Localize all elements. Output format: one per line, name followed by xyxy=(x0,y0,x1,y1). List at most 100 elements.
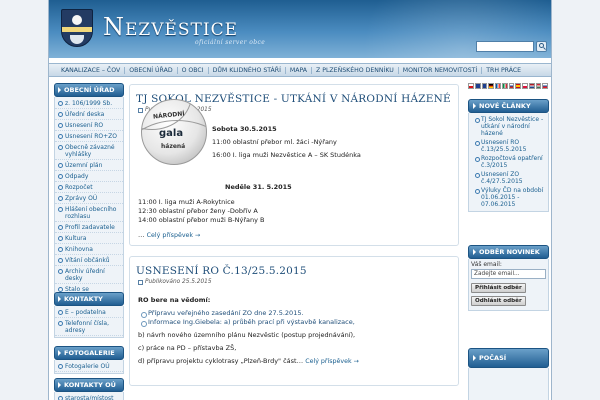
sidebar-heading: FOTOGALERIE xyxy=(54,346,124,360)
arrow-icon xyxy=(58,296,61,302)
sidebar-item[interactable]: Odpady xyxy=(55,171,123,182)
sidebar-item[interactable]: Profil zadavatele xyxy=(55,222,123,233)
sidebar-item[interactable]: E – podatelna xyxy=(55,307,123,318)
nav-item-o-obci[interactable]: O OBCI xyxy=(178,66,209,74)
nav-item-monitor-nemovitosti[interactable]: MONITOR NEMOVITOSTÍ xyxy=(399,66,483,74)
flag-fr-icon[interactable] xyxy=(495,83,501,89)
recent-article-link[interactable]: Rozpočtová opatření č.3/2015 xyxy=(471,154,546,170)
sidebar-kontakty-ou: KONTAKTY OÚ starosta/místost xyxy=(54,378,124,400)
sidebar-item[interactable]: Archiv úřední desky xyxy=(55,266,123,284)
day-heading: Sobota 30.5.2015 xyxy=(212,125,277,133)
nav-item-obecni-urad[interactable]: OBECNÍ ÚŘAD xyxy=(125,66,178,74)
sidebar-kontakty: KONTAKTY E – podatelna Telefonní čísla, a… xyxy=(54,292,124,338)
schedule-line: 14:00 oblastní přebor muži B-Nýřany B xyxy=(138,216,265,224)
post-content: Sobota 30.5.2015 11:00 oblastní přebor m… xyxy=(212,125,361,160)
flag-gb-icon[interactable] xyxy=(481,83,488,89)
main-nav: KANALIZACE – ČOV OBECNÍ ÚŘAD O OBCI DŮM … xyxy=(49,63,551,77)
weather-widget xyxy=(468,368,549,400)
post-article: TJ SOKOL NEZVĚSTICE - UTKÁNÍ V NÁRODNÍ H… xyxy=(129,84,459,246)
post-date: Publikováno 25.5.2015 xyxy=(138,279,458,285)
flag-gb-icon[interactable] xyxy=(474,83,481,89)
schedule-line: 11:00 I. liga muži A-Rokytnice xyxy=(138,198,235,206)
read-more-link[interactable]: Celý příspěvek → xyxy=(305,358,359,365)
sidebar-list: z. 106/1999 Sb. Úřední deska Usnesení RO Us… xyxy=(54,97,124,297)
sidebar-item[interactable]: Usnesení RO xyxy=(55,120,123,131)
flag-nl-icon[interactable] xyxy=(528,83,535,89)
post-lead: RO bere na vědomí: xyxy=(138,296,211,304)
nav-item-plzensky-dennik[interactable]: Z PLZEŇSKÉHO DENNÍKU xyxy=(312,66,399,74)
nav-item-dum-klidneho-stari[interactable]: DŮM KLIDNÉHO STÁŘÍ xyxy=(209,66,286,74)
email-field[interactable]: Zadejte email... xyxy=(471,269,546,279)
arrow-icon xyxy=(58,350,61,356)
search-icon[interactable] xyxy=(536,41,547,52)
subscribe-form: Váš email: Zadejte email... Přihlásit od… xyxy=(468,259,549,311)
sidebar-item[interactable]: Úřední deska xyxy=(55,109,123,120)
sidebar-item[interactable]: Obecně závazné vyhlášky xyxy=(55,142,123,160)
flag-sk-icon[interactable] xyxy=(542,83,548,89)
sidebar-item[interactable]: Územní plán xyxy=(55,160,123,171)
flag-cz-icon[interactable] xyxy=(468,83,474,89)
flag-it-icon[interactable] xyxy=(501,83,508,89)
post-title[interactable]: USNESENÍ RO Č.13/25.5.2015 xyxy=(136,265,458,277)
read-more-link[interactable]: Celý příspěvek → xyxy=(147,232,201,239)
sidebar-item[interactable]: Usnesení RO+ZO xyxy=(55,131,123,142)
sidebar-item[interactable]: Hlášení obecního rozhlasu xyxy=(55,204,123,222)
handball-ball-image: NÁRODNÍ gala házená xyxy=(141,99,207,165)
flag-hu-icon[interactable] xyxy=(535,83,542,89)
sidebar-item[interactable]: Rozpočet xyxy=(55,182,123,193)
schedule-line: 12:30 oblastní přebor ženy -Dobřív A xyxy=(138,207,258,215)
flag-es-icon[interactable] xyxy=(515,83,521,89)
recent-article-link[interactable]: Usnesení ZO č.4/27.5.2015 xyxy=(471,170,546,186)
schedule-line: 16:00 I. liga muži Nezvěstice A – SK Stu… xyxy=(212,151,361,159)
sidebar-list: Fotogalerie OÚ xyxy=(54,360,124,374)
arrow-icon xyxy=(473,249,476,255)
arrow-icon xyxy=(473,103,476,109)
coat-of-arms-logo[interactable] xyxy=(61,9,93,47)
sidebar-fotogalerie: FOTOGALERIE Fotogalerie OÚ xyxy=(54,346,124,374)
header: Nezvěstice oficiální server obce xyxy=(49,0,551,58)
sidebar-item[interactable]: Knihovna xyxy=(55,244,123,255)
site-title[interactable]: Nezvěstice xyxy=(103,13,238,41)
post-content: RO bere na vědomí: Přípravu veřejného za… xyxy=(138,296,359,366)
search-input[interactable] xyxy=(476,41,534,52)
sidebar-item[interactable]: Kultura xyxy=(55,233,123,244)
sidebar-list: starosta/místost xyxy=(54,392,124,400)
paragraph: c) práce na PD – přístavba ZŠ, xyxy=(138,344,237,352)
sidebar-item[interactable]: Fotogalerie OÚ xyxy=(55,361,123,372)
sidebar-item[interactable]: Telefonní čísla, adresy xyxy=(55,318,123,336)
post-content: 11:00 I. liga muži A-Rokytnice 12:30 obl… xyxy=(138,198,265,225)
sidebar-item[interactable]: z. 106/1999 Sb. xyxy=(55,98,123,109)
arrow-icon xyxy=(58,382,61,388)
sidebar-obecni-urad: OBECNÍ ÚŘAD z. 106/1999 Sb. Úřední deska U… xyxy=(54,83,124,297)
arrow-icon xyxy=(473,355,476,361)
flag-de-icon[interactable] xyxy=(488,83,494,89)
recent-article-link[interactable]: Výluky ČD na období 01.06.2015 - 07.06.2… xyxy=(471,186,546,209)
post-article: USNESENÍ RO Č.13/25.5.2015 Publikováno 2… xyxy=(129,256,459,386)
day-heading: Neděle 31. 5.2015 xyxy=(225,183,292,191)
sidebar-odber: ODBĚR NOVINEK Váš email: Zadejte email..… xyxy=(468,245,549,311)
recent-article-link[interactable]: TJ Sokol Nezvěstice - utkání v národní h… xyxy=(471,115,546,138)
sidebar-list: E – podatelna Telefonní čísla, adresy xyxy=(54,306,124,338)
sidebar-list: TJ Sokol Nezvěstice - utkání v národní h… xyxy=(468,113,549,212)
recent-article-link[interactable]: Usnesení RO č.13/25.5.2015 xyxy=(471,138,546,154)
page: Nezvěstice oficiální server obce KANALIZ… xyxy=(48,0,552,400)
subscribe-button[interactable]: Přihlásit odběr xyxy=(471,283,526,293)
paragraph: d) přípravu projektu cyklotrasy „Plzeň-B… xyxy=(138,357,359,365)
sidebar-heading: KONTAKTY xyxy=(54,292,124,306)
flag-pl-icon[interactable] xyxy=(522,83,528,89)
sidebar-heading: NOVÉ ČLÁNKY xyxy=(468,99,549,113)
email-label: Váš email: xyxy=(471,261,502,268)
sidebar-item[interactable]: Vítání občánků xyxy=(55,255,123,266)
nav-item-trh-prace[interactable]: TRH PRÁCE xyxy=(482,67,525,74)
nav-item-mapa[interactable]: MAPA xyxy=(286,66,313,74)
language-flags xyxy=(468,83,548,91)
schedule-line: 11:00 oblastní přebor ml. žáci -Nýřany xyxy=(212,138,337,146)
unsubscribe-button[interactable]: Odhlásit odběr xyxy=(471,296,526,306)
sidebar-heading: POČASÍ xyxy=(468,348,549,368)
sidebar-item[interactable]: starosta/místost xyxy=(55,393,123,400)
nav-item-kanalizace[interactable]: KANALIZACE – ČOV xyxy=(57,66,126,74)
sidebar-heading: ODBĚR NOVINEK xyxy=(468,245,549,259)
read-more-row: … Celý příspěvek → xyxy=(138,231,201,239)
sidebar-item[interactable]: Zprávy OÚ xyxy=(55,193,123,204)
flag-ru-icon[interactable] xyxy=(508,83,515,89)
